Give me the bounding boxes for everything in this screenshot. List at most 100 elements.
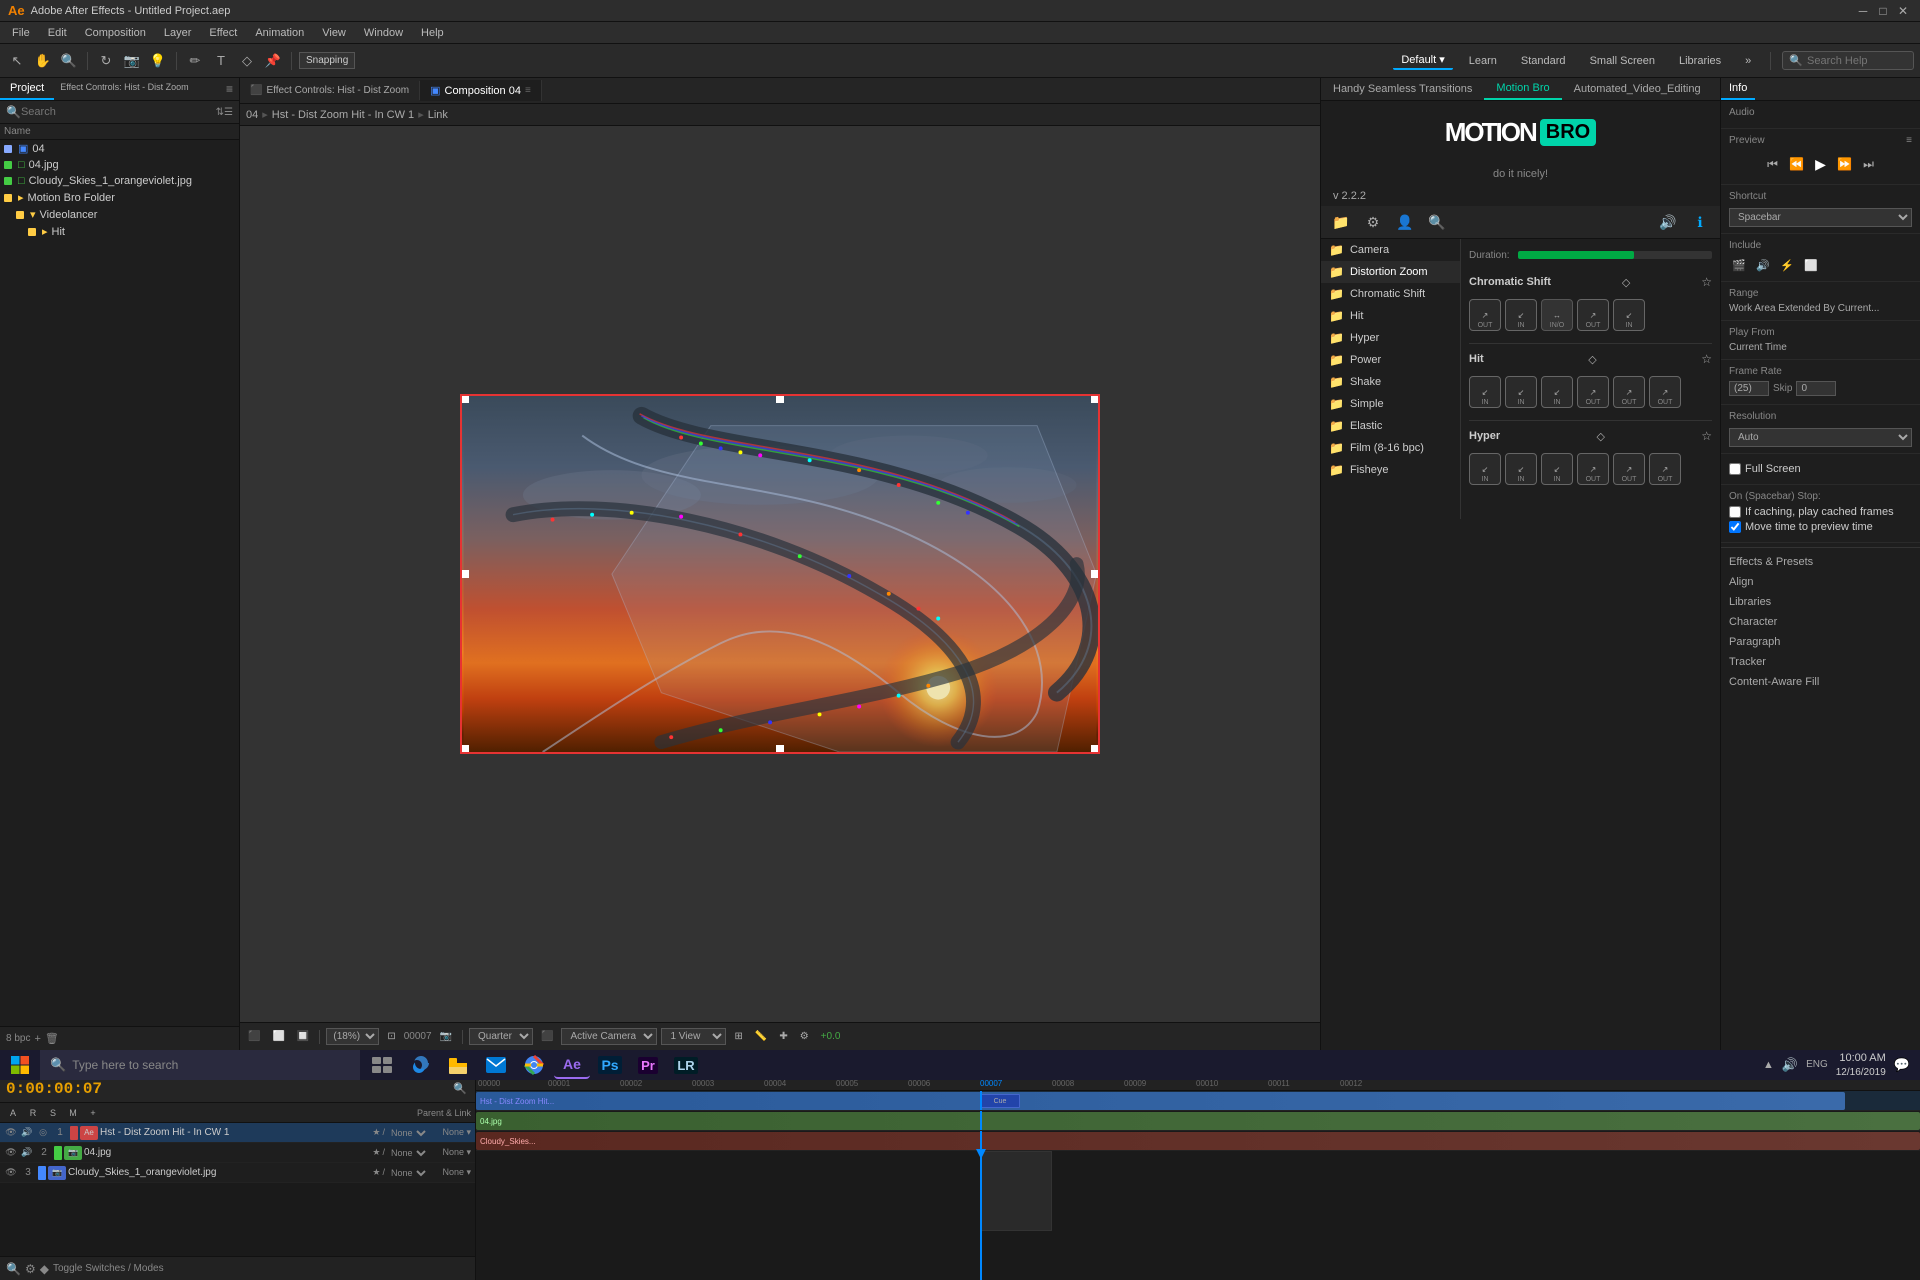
sys-notification[interactable]: 💬: [1894, 1057, 1910, 1073]
lr-taskbar-btn[interactable]: LR: [668, 1051, 704, 1079]
preset-chromatic-out1[interactable]: ↗ OUT: [1469, 299, 1501, 331]
cat-power[interactable]: 📁 Power: [1321, 349, 1460, 371]
workspace-learn[interactable]: Learn: [1461, 53, 1505, 69]
tl-add-layer[interactable]: A: [4, 1104, 22, 1122]
preset-chromatic-inout[interactable]: ↔ IN/O: [1541, 299, 1573, 331]
zoom-select[interactable]: (18%) 25% 50% 100%: [326, 1028, 379, 1045]
project-item-04jpg[interactable]: □ 04.jpg: [0, 157, 239, 173]
vc-grid[interactable]: ⊞: [730, 1030, 746, 1043]
layer-mode-3[interactable]: None: [387, 1167, 429, 1179]
ae-taskbar-btn[interactable]: Ae: [554, 1051, 590, 1079]
close-btn[interactable]: ✕: [1894, 2, 1912, 20]
layer-visibility-3[interactable]: 👁: [4, 1166, 18, 1180]
sys-expand[interactable]: ▲: [1763, 1059, 1774, 1071]
menu-view[interactable]: View: [314, 25, 354, 41]
shortcut-dropdown[interactable]: Spacebar: [1729, 208, 1912, 227]
mb-volume-btn[interactable]: 🔊: [1656, 210, 1680, 234]
workspace-libraries[interactable]: Libraries: [1671, 53, 1729, 69]
menu-edit[interactable]: Edit: [40, 25, 75, 41]
new-item-btn[interactable]: +: [34, 1033, 40, 1045]
tool-text[interactable]: T: [210, 50, 232, 72]
taskbar-search[interactable]: 🔍 Type here to search: [40, 1050, 360, 1080]
layer-type-1[interactable]: Ae: [80, 1126, 98, 1140]
preset-hyper-in2[interactable]: ↙ IN: [1505, 453, 1537, 485]
view-count-select[interactable]: 1 View 2 Views 4 Views: [661, 1028, 726, 1045]
chromatic-star[interactable]: ☆: [1701, 275, 1712, 289]
pr-taskbar-btn[interactable]: Pr: [630, 1051, 666, 1079]
tl-render-btn[interactable]: R: [24, 1104, 42, 1122]
hit-star[interactable]: ☆: [1701, 352, 1712, 366]
preset-hit-in2[interactable]: ↙ IN: [1505, 376, 1537, 408]
menu-effect[interactable]: Effect: [201, 25, 245, 41]
clip-1[interactable]: Hst - Dist Zoom Hit...: [476, 1092, 1845, 1110]
cat-film[interactable]: 📁 Film (8-16 bpc): [1321, 437, 1460, 459]
menu-composition[interactable]: Composition: [77, 25, 154, 41]
mb-settings-btn[interactable]: ⚙: [1361, 210, 1385, 234]
rp-character[interactable]: Character: [1721, 612, 1920, 632]
switch-5[interactable]: ★: [372, 1167, 380, 1178]
switch-1[interactable]: ★: [372, 1127, 380, 1138]
preset-hyper-in3[interactable]: ↙ IN: [1541, 453, 1573, 485]
tl-timecode[interactable]: 0:00:00:07: [6, 1080, 102, 1098]
inc-frame[interactable]: ⬜: [1801, 255, 1821, 275]
preset-hit-out2[interactable]: ↗ OUT: [1613, 376, 1645, 408]
layer-row-2[interactable]: 👁 🔊 2 📷 04.jpg ★ / None None ▾: [0, 1143, 475, 1163]
preset-hyper-in1[interactable]: ↙ IN: [1469, 453, 1501, 485]
tool-pen[interactable]: ✏: [184, 50, 206, 72]
taskview-btn[interactable]: [364, 1051, 400, 1079]
handle-mr[interactable]: [1091, 570, 1099, 578]
tl-marker[interactable]: ◆: [40, 1262, 49, 1276]
preview-menu[interactable]: ≡: [1906, 135, 1912, 146]
tl-search-btn[interactable]: 🔍: [451, 1080, 469, 1098]
breadcrumb-hist[interactable]: Hst - Dist Zoom Hit - In CW 1: [272, 109, 414, 121]
layer-audio-1[interactable]: 🔊: [20, 1126, 34, 1140]
tool-hand[interactable]: ✋: [32, 50, 54, 72]
project-item-04-comp[interactable]: ▣ 04: [0, 140, 239, 157]
layer-row-3[interactable]: 👁 3 📷 Cloudy_Skies_1_orangeviolet.jpg ★ …: [0, 1163, 475, 1183]
cat-distortion-zoom[interactable]: 📁 Distortion Zoom: [1321, 261, 1460, 283]
preset-hit-in1[interactable]: ↙ IN: [1469, 376, 1501, 408]
handle-br[interactable]: [1091, 745, 1099, 753]
handle-tl[interactable]: [461, 395, 469, 403]
chrome-btn[interactable]: [516, 1051, 552, 1079]
preset-hyper-out2[interactable]: ↗ OUT: [1613, 453, 1645, 485]
handle-bl[interactable]: [461, 745, 469, 753]
prev-step-back[interactable]: ⏪: [1787, 154, 1807, 174]
menu-layer[interactable]: Layer: [156, 25, 200, 41]
composition-view[interactable]: [460, 394, 1100, 754]
tool-puppet[interactable]: 📌: [262, 50, 284, 72]
breadcrumb-link[interactable]: Link: [428, 109, 448, 121]
mail-btn[interactable]: [478, 1051, 514, 1079]
rp-effects-presets[interactable]: Effects & Presets: [1721, 552, 1920, 572]
cat-hyper[interactable]: 📁 Hyper: [1321, 327, 1460, 349]
tl-solo-mode[interactable]: S: [44, 1104, 62, 1122]
cat-shake[interactable]: 📁 Shake: [1321, 371, 1460, 393]
resolution-dropdown[interactable]: Auto Full Half Quarter: [1729, 428, 1912, 447]
comp-tab-menu[interactable]: ≡: [525, 85, 531, 96]
project-view-btn[interactable]: ☰: [224, 107, 233, 118]
handle-tm[interactable]: [776, 395, 784, 403]
menu-window[interactable]: Window: [356, 25, 411, 41]
project-search-input[interactable]: [21, 106, 216, 118]
minimize-btn[interactable]: ─: [1854, 2, 1872, 20]
skip-input[interactable]: [1796, 381, 1836, 396]
tool-camera[interactable]: 📷: [121, 50, 143, 72]
tool-rotate[interactable]: ↻: [95, 50, 117, 72]
layer-mode-1[interactable]: None: [387, 1127, 429, 1139]
clip-2[interactable]: 04.jpg: [476, 1112, 1920, 1130]
tab-composition[interactable]: ▣ Composition 04 ≡: [420, 80, 542, 101]
mb-search-btn[interactable]: 🔍: [1425, 210, 1449, 234]
start-button[interactable]: [0, 1050, 40, 1080]
cache-checkbox[interactable]: [1729, 506, 1741, 518]
rp-paragraph[interactable]: Paragraph: [1721, 632, 1920, 652]
hyper-star[interactable]: ☆: [1701, 429, 1712, 443]
mb-user-btn[interactable]: 👤: [1393, 210, 1417, 234]
tool-light[interactable]: 💡: [147, 50, 169, 72]
clip-1-marker[interactable]: Cue: [980, 1094, 1020, 1108]
inc-video[interactable]: 🎬: [1729, 255, 1749, 275]
project-item-hit[interactable]: ▸ Hit: [0, 223, 239, 240]
layer-visibility-1[interactable]: 👁: [4, 1126, 18, 1140]
quality-select[interactable]: Quarter Half Full: [469, 1028, 533, 1045]
rp-tracker[interactable]: Tracker: [1721, 652, 1920, 672]
rp-libraries[interactable]: Libraries: [1721, 592, 1920, 612]
